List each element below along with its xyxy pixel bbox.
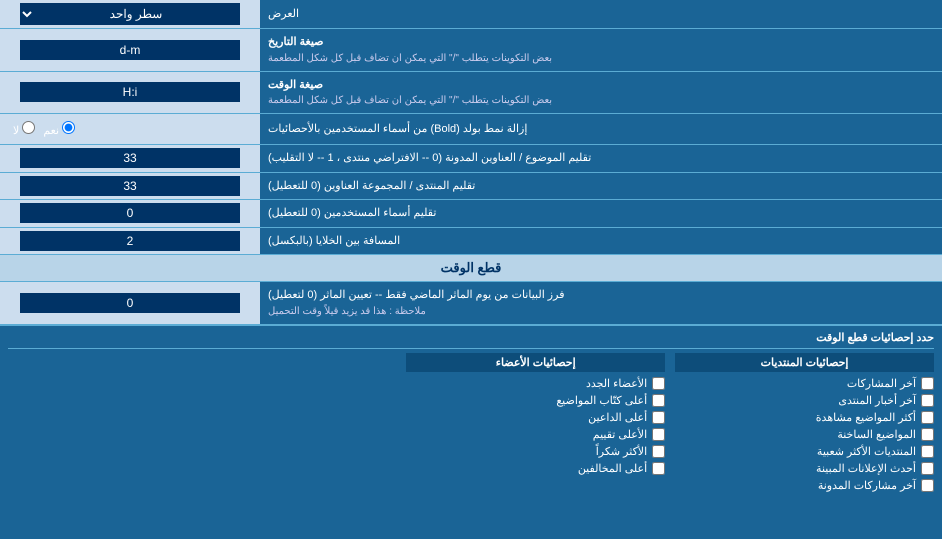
checkbox-2-3[interactable] xyxy=(652,411,665,424)
date-format-input[interactable]: d-m xyxy=(20,40,240,60)
cuttime-input[interactable] xyxy=(20,293,240,313)
stat-item-1-4: المواضيع الساخنة xyxy=(675,426,934,443)
label-forum-titles: تقليم المنتدى / المجموعة العناوين (0 للت… xyxy=(260,173,942,200)
stat-item-2-2: أعلى كتّاب المواضيع xyxy=(406,392,665,409)
cuttime-section-header: قطع الوقت xyxy=(0,255,942,282)
label-cuttime: فرز البيانات من يوم الماثر الماضي فقط --… xyxy=(260,282,942,324)
label-date-format: صيغة التاريخ بعض التكوينات يتطلب "/" الت… xyxy=(260,29,942,71)
stat-item-2-5: الأكثر شكراً xyxy=(406,443,665,460)
checkbox-1-7[interactable] xyxy=(921,479,934,492)
radio-yes[interactable] xyxy=(62,121,75,134)
checkbox-1-6[interactable] xyxy=(921,462,934,475)
checkbox-2-4[interactable] xyxy=(652,428,665,441)
stats-right-spacer xyxy=(8,353,396,494)
input-cell-spacing[interactable] xyxy=(0,228,260,255)
stats-section-label: حدد إحصائيات قطع الوقت xyxy=(8,331,934,344)
time-format-input[interactable] xyxy=(20,82,240,102)
stat-item-1-2: آخر أخبار المنتدى xyxy=(675,392,934,409)
bold-radio-group: نعم لا xyxy=(5,117,83,141)
label-bold-remove: إزالة نمط بولد (Bold) من أسماء المستخدمي… xyxy=(260,114,942,144)
single-line-select[interactable]: سطر واحد xyxy=(20,3,240,25)
stats-col2: إحصائيات الأعضاء الأعضاء الجدد أعلى كتّا… xyxy=(406,353,665,494)
stat-item-1-1: آخر المشاركات xyxy=(675,375,934,392)
stat-item-2-4: الأعلى تقييم xyxy=(406,426,665,443)
input-display[interactable]: سطر واحد xyxy=(0,0,260,28)
stats-col2-title: إحصائيات الأعضاء xyxy=(406,353,665,372)
label-topic-titles: تقليم الموضوع / العناوين المدونة (0 -- ا… xyxy=(260,145,942,172)
checkbox-1-3[interactable] xyxy=(921,411,934,424)
input-date-format[interactable]: d-m xyxy=(0,29,260,71)
stat-item-1-7: آخر مشاركات المدونة xyxy=(675,477,934,494)
stat-item-2-1: الأعضاء الجدد xyxy=(406,375,665,392)
input-forum-titles[interactable] xyxy=(0,173,260,200)
radio-yes-label: نعم xyxy=(43,121,75,137)
stats-col1: إحصائيات المنتديات آخر المشاركات آخر أخب… xyxy=(675,353,934,494)
checkbox-2-6[interactable] xyxy=(652,462,665,475)
checkbox-2-5[interactable] xyxy=(652,445,665,458)
forum-titles-input[interactable] xyxy=(20,176,240,196)
stat-item-1-3: أكثر المواضيع مشاهدة xyxy=(675,409,934,426)
row-usernames: تقليم أسماء المستخدمين (0 للتعطيل) xyxy=(0,200,942,228)
topic-titles-input[interactable] xyxy=(20,148,240,168)
stats-section: حدد إحصائيات قطع الوقت إحصائيات المنتديا… xyxy=(0,325,942,499)
row-forum-titles: تقليم المنتدى / المجموعة العناوين (0 للت… xyxy=(0,173,942,201)
input-cuttime[interactable] xyxy=(0,282,260,324)
label-display: العرض xyxy=(260,0,942,28)
stat-item-2-3: أعلى الداعين xyxy=(406,409,665,426)
label-time-format: صيغة الوقت بعض التكوينات يتطلب "/" التي … xyxy=(260,72,942,114)
radio-no-label: لا xyxy=(13,121,35,137)
usernames-input[interactable] xyxy=(20,203,240,223)
stat-item-2-6: أعلى المخالفين xyxy=(406,460,665,477)
input-topic-titles[interactable] xyxy=(0,145,260,172)
checkbox-1-1[interactable] xyxy=(921,377,934,390)
stat-item-1-5: المنتديات الأكثر شعبية xyxy=(675,443,934,460)
row-date-format: صيغة التاريخ بعض التكوينات يتطلب "/" الت… xyxy=(0,29,942,72)
row-bold-remove: إزالة نمط بولد (Bold) من أسماء المستخدمي… xyxy=(0,114,942,145)
label-usernames: تقليم أسماء المستخدمين (0 للتعطيل) xyxy=(260,200,942,227)
input-time-format[interactable] xyxy=(0,72,260,114)
checkbox-2-1[interactable] xyxy=(652,377,665,390)
stats-col1-title: إحصائيات المنتديات xyxy=(675,353,934,372)
checkbox-1-2[interactable] xyxy=(921,394,934,407)
checkbox-1-4[interactable] xyxy=(921,428,934,441)
checkbox-2-2[interactable] xyxy=(652,394,665,407)
checkbox-1-5[interactable] xyxy=(921,445,934,458)
row-cell-spacing: المسافة بين الخلايا (بالبكسل) xyxy=(0,228,942,256)
row-display: العرض سطر واحد xyxy=(0,0,942,29)
stat-item-1-6: أحدث الإعلانات المبينة xyxy=(675,460,934,477)
row-time-format: صيغة الوقت بعض التكوينات يتطلب "/" التي … xyxy=(0,72,942,115)
input-usernames[interactable] xyxy=(0,200,260,227)
input-bold-remove[interactable]: نعم لا xyxy=(0,114,260,144)
cell-spacing-input[interactable] xyxy=(20,231,240,251)
label-cell-spacing: المسافة بين الخلايا (بالبكسل) xyxy=(260,228,942,255)
row-topic-titles: تقليم الموضوع / العناوين المدونة (0 -- ا… xyxy=(0,145,942,173)
radio-no[interactable] xyxy=(22,121,35,134)
row-cuttime: فرز البيانات من يوم الماثر الماضي فقط --… xyxy=(0,282,942,325)
